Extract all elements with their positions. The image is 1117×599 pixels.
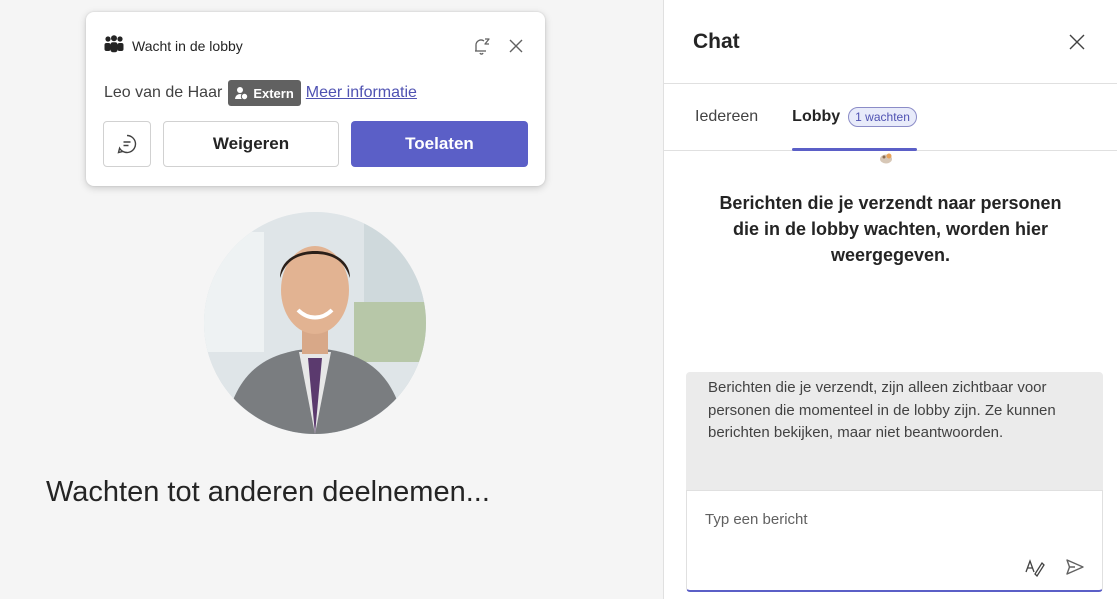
chat-panel: Chat Iedereen Lobby 1 wachten Berichten … xyxy=(663,0,1117,599)
waiting-count-badge: 1 wachten xyxy=(848,106,917,127)
chat-bubble-icon xyxy=(117,134,137,154)
chat-button[interactable] xyxy=(103,121,151,167)
participant-avatar xyxy=(204,212,426,434)
lobby-empty-message: Berichten die je verzendt naar personen … xyxy=(719,193,1062,266)
notification-title: Wacht in de lobby xyxy=(132,38,243,54)
participant-name: Leo van de Haar xyxy=(104,84,223,101)
chat-tabs: Iedereen Lobby 1 wachten xyxy=(664,84,1117,151)
lobby-notification: Wacht in de lobby Leo van de Haar Extern… xyxy=(86,12,545,186)
waiting-message: Wachten tot anderen deelnemen... xyxy=(46,476,490,508)
external-badge-label: Extern xyxy=(253,85,294,101)
tab-everyone[interactable]: Iedereen xyxy=(695,83,758,150)
tab-everyone-label: Iedereen xyxy=(695,107,759,125)
notification-header: Wacht in de lobby xyxy=(104,34,527,58)
external-badge: Extern xyxy=(228,80,301,106)
admit-button[interactable]: Toelaten xyxy=(351,121,528,167)
message-composer xyxy=(686,490,1103,592)
message-input[interactable] xyxy=(705,511,1075,528)
external-user-icon xyxy=(235,87,249,100)
people-icon xyxy=(104,34,124,58)
chat-title: Chat xyxy=(693,29,740,53)
lobby-visibility-notice: Berichten die je verzendt, zijn alleen z… xyxy=(686,372,1103,490)
more-info-link[interactable]: Meer informatie xyxy=(306,84,417,102)
lobby-illustration-icon xyxy=(878,150,894,166)
tab-lobby-label: Lobby xyxy=(792,107,841,125)
decline-button[interactable]: Weigeren xyxy=(163,121,339,167)
notification-actions: Weigeren Toelaten xyxy=(103,121,528,169)
meeting-stage: Wacht in de lobby Leo van de Haar Extern… xyxy=(0,0,663,599)
participant-info: Leo van de Haar Extern Meer informatie xyxy=(104,78,417,108)
chat-header: Chat xyxy=(664,0,1117,84)
send-icon[interactable] xyxy=(1062,554,1088,580)
tab-lobby[interactable]: Lobby 1 wachten xyxy=(792,83,917,151)
snooze-icon[interactable] xyxy=(471,35,493,57)
format-text-icon[interactable] xyxy=(1022,554,1048,580)
close-icon[interactable] xyxy=(505,35,527,57)
close-chat-icon[interactable] xyxy=(1065,30,1089,54)
